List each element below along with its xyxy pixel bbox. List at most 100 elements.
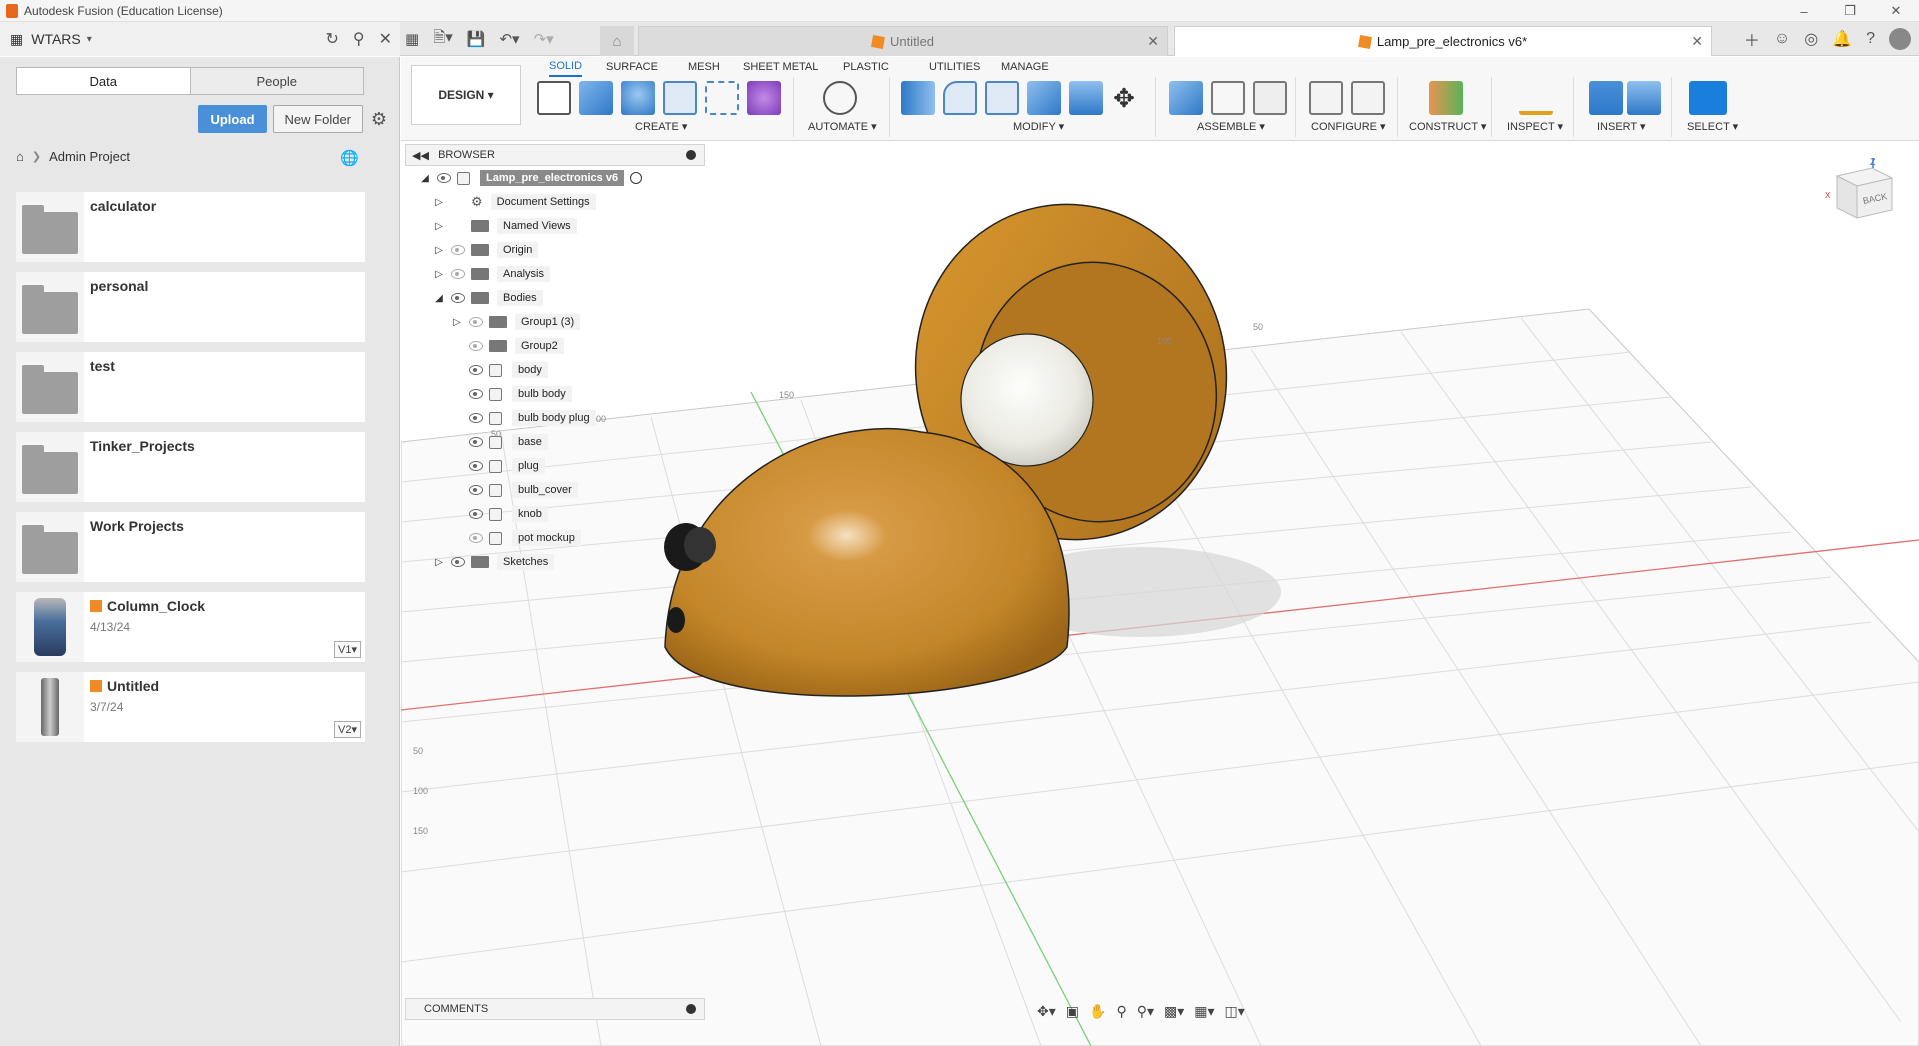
visibility-eye-icon[interactable] (451, 557, 465, 567)
select-menu[interactable]: SELECT ▾ (1687, 120, 1738, 133)
pattern-icon[interactable] (705, 81, 739, 115)
visibility-eye-icon[interactable] (437, 173, 451, 183)
viewcube[interactable]: BACK Z X (1817, 156, 1907, 226)
revolve-icon[interactable] (621, 81, 655, 115)
list-item[interactable]: Column_Clock 4/13/24 V1▾ (16, 592, 365, 662)
visibility-eye-icon[interactable] (451, 245, 465, 255)
tab-people[interactable]: People (189, 68, 363, 94)
orbit-icon[interactable]: ✥▾ (1037, 1003, 1056, 1020)
canvas-viewport[interactable]: 50 100 150 100 50 50 100 150 ◀◀ BROWSER … (401, 142, 1919, 1046)
undo-icon[interactable]: ↶▾ (499, 30, 519, 48)
tree-root[interactable]: ◢ Lamp_pre_electronics v6 (405, 166, 705, 190)
offset-face-icon[interactable] (1069, 81, 1103, 115)
create-sketch-icon[interactable] (537, 81, 571, 115)
fillet-icon[interactable] (943, 81, 977, 115)
new-tab-icon[interactable]: ＋ (1744, 27, 1760, 51)
configure-icon[interactable] (1309, 81, 1343, 115)
tab-surface[interactable]: SURFACE (606, 57, 658, 77)
globe-icon[interactable]: 🌐 (340, 149, 359, 167)
hole-icon[interactable] (663, 81, 697, 115)
fit-icon[interactable]: ⚲▾ (1137, 1003, 1154, 1020)
tree-node[interactable]: plug (405, 454, 705, 478)
display-settings-icon[interactable]: ▩▾ (1164, 1003, 1184, 1020)
list-item[interactable]: personal (16, 272, 365, 342)
visibility-eye-icon[interactable] (469, 341, 483, 351)
combine-icon[interactable] (1027, 81, 1061, 115)
home-tab[interactable]: ⌂ (600, 26, 634, 56)
home-icon[interactable]: ⌂ (16, 149, 24, 164)
version-badge[interactable]: V2▾ (334, 721, 361, 738)
tree-node[interactable]: base (405, 430, 705, 454)
tab-plastic[interactable]: PLASTIC (843, 57, 889, 77)
apps-grid-icon[interactable]: ▦ (10, 31, 23, 48)
tree-node[interactable]: knob (405, 502, 705, 526)
visibility-eye-icon[interactable] (469, 437, 483, 447)
tab-manage[interactable]: MANAGE (1001, 57, 1049, 77)
tree-node[interactable]: bulb body (405, 382, 705, 406)
look-at-icon[interactable]: ▣ (1066, 1003, 1079, 1020)
tree-node[interactable]: Group2 (405, 334, 705, 358)
construct-plane-icon[interactable] (1429, 81, 1463, 115)
visibility-eye-icon[interactable] (469, 533, 483, 543)
tree-node[interactable]: ◢ Bodies (405, 286, 705, 310)
tab-data[interactable]: Data (17, 68, 190, 94)
team-name[interactable]: WTARS (31, 31, 81, 47)
comments-panel[interactable]: COMMENTS (405, 998, 705, 1020)
insert-menu[interactable]: INSERT ▾ (1597, 120, 1646, 133)
visibility-eye-icon[interactable] (469, 509, 483, 519)
new-component-icon[interactable] (1169, 81, 1203, 115)
chevron-down-icon[interactable]: ▾ (87, 34, 92, 45)
form-icon[interactable] (747, 81, 781, 115)
select-icon[interactable] (1689, 81, 1727, 115)
list-item[interactable]: Work Projects (16, 512, 365, 582)
upload-button[interactable]: Upload (198, 105, 267, 133)
file-menu-icon[interactable]: 🗎▾ (433, 27, 453, 52)
insert-derive-icon[interactable] (1589, 81, 1623, 115)
tree-node[interactable]: bulb_cover (405, 478, 705, 502)
grid-menu-icon[interactable]: ▦ (405, 30, 419, 48)
assemble-table-icon[interactable] (1253, 81, 1287, 115)
visibility-eye-icon[interactable] (451, 293, 465, 303)
tab-sheet-metal[interactable]: SHEET METAL (743, 57, 818, 77)
visibility-eye-icon[interactable] (469, 485, 483, 495)
close-icon[interactable]: ✕ (1873, 0, 1919, 22)
configuration-table-icon[interactable] (1351, 81, 1385, 115)
tab-mesh[interactable]: MESH (688, 57, 720, 77)
visibility-eye-icon[interactable] (469, 389, 483, 399)
measure-icon[interactable] (1519, 81, 1553, 115)
close-tab-icon[interactable]: ✕ (1691, 33, 1703, 50)
visibility-eye-icon[interactable] (469, 461, 483, 471)
expand-triangle-icon[interactable]: ▷ (433, 197, 445, 208)
inspect-menu[interactable]: INSPECT ▾ (1507, 120, 1563, 133)
joint-icon[interactable] (1211, 81, 1245, 115)
tree-node[interactable]: body (405, 358, 705, 382)
expand-triangle-icon[interactable]: ▷ (433, 245, 445, 256)
automate-icon[interactable] (823, 81, 857, 115)
tab-lamp[interactable]: Lamp_pre_electronics v6* ✕ (1174, 26, 1712, 56)
shell-icon[interactable] (985, 81, 1019, 115)
tree-node[interactable]: ▷ Named Views (405, 214, 705, 238)
viewports-icon[interactable]: ◫▾ (1225, 1003, 1245, 1020)
visibility-eye-icon[interactable] (469, 365, 483, 375)
list-item[interactable]: calculator (16, 192, 365, 262)
minimize-icon[interactable]: – (1781, 0, 1827, 22)
tree-node[interactable]: pot mockup (405, 526, 705, 550)
avatar[interactable] (1889, 28, 1911, 50)
tab-solid[interactable]: SOLID (549, 57, 583, 77)
zoom-icon[interactable]: ⚲ (1116, 1003, 1126, 1020)
collapse-triangle-icon[interactable]: ◢ (419, 173, 431, 184)
list-item[interactable]: Untitled 3/7/24 V2▾ (16, 672, 365, 742)
visibility-eye-icon[interactable] (469, 317, 483, 327)
automate-menu[interactable]: AUTOMATE ▾ (808, 120, 877, 133)
assemble-menu[interactable]: ASSEMBLE ▾ (1197, 120, 1265, 133)
activate-radio-icon[interactable] (630, 172, 643, 184)
tab-utilities[interactable]: UTILITIES (929, 57, 980, 77)
extrude-icon[interactable] (579, 81, 613, 115)
insert-canvas-icon[interactable] (1627, 81, 1661, 115)
modify-menu[interactable]: MODIFY ▾ (1013, 120, 1064, 133)
refresh-icon[interactable]: ↻ (325, 29, 338, 49)
collapse-triangle-icon[interactable]: ◢ (433, 293, 445, 304)
add-comment-icon[interactable] (686, 1004, 696, 1014)
press-pull-icon[interactable] (901, 81, 935, 115)
list-item[interactable]: Tinker_Projects (16, 432, 365, 502)
